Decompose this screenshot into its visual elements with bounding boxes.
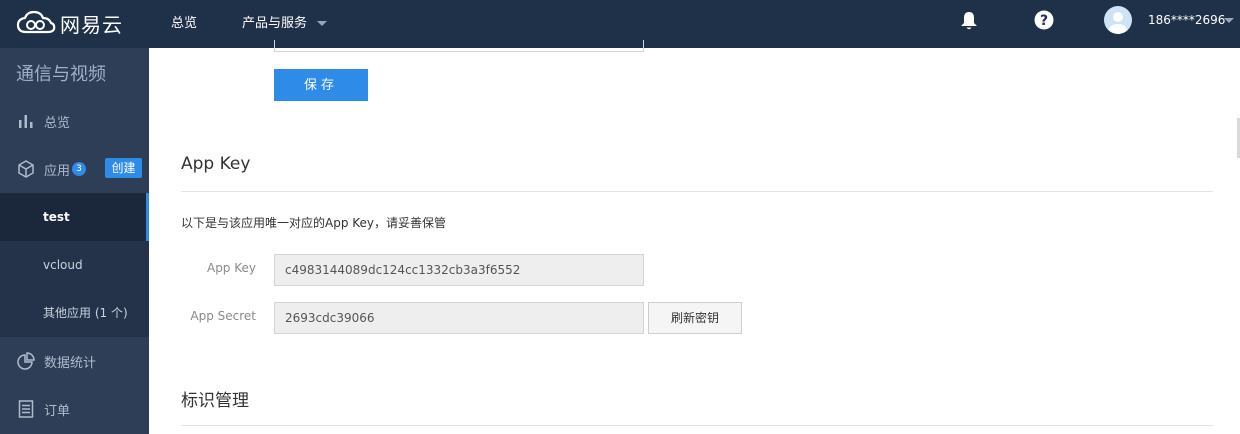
bar-chart-icon: [16, 111, 36, 131]
sidebar-subitem-other-apps[interactable]: 其他应用 (1 个): [0, 289, 149, 337]
document-list-icon: [16, 399, 36, 419]
chevron-down-icon: [317, 21, 328, 26]
nav-products-label: 产品与服务: [242, 16, 308, 31]
apps-count-badge: 3: [72, 162, 87, 176]
appkey-description: 以下是与该应用唯一对应的App Key，请妥善保管: [181, 216, 447, 230]
appkey-label: App Key: [206, 261, 256, 275]
save-button[interactable]: 保存: [274, 69, 368, 101]
main-content: 保存 App Key 以下是与该应用唯一对应的App Key，请妥善保管 App…: [149, 40, 1240, 434]
sidebar-subitem-test[interactable]: test: [0, 193, 149, 241]
sidebar-item-apps-label: 应用: [44, 163, 71, 179]
app-secret-label: App Secret: [190, 309, 256, 323]
sidebar-item-orders-label: 订单: [44, 403, 71, 419]
help-icon[interactable]: ?: [1034, 10, 1054, 34]
netease-cloud-logo[interactable]: 网易云: [16, 8, 123, 38]
user-name[interactable]: 186****2696: [1148, 0, 1225, 40]
partial-input-field[interactable]: [274, 40, 644, 52]
refresh-secret-button[interactable]: 刷新密钥: [648, 302, 742, 334]
sidebar-item-apps[interactable]: 应用 3 创建: [0, 145, 149, 193]
sidebar-item-overview[interactable]: 总览: [0, 97, 149, 145]
cube-icon: [16, 159, 36, 179]
app-secret-field[interactable]: 2693cdc39066: [274, 302, 644, 334]
sidebar-item-overview-label: 总览: [44, 115, 71, 131]
identifier-management-title: 标识管理: [181, 391, 249, 411]
sidebar-title: 通信与视频: [16, 64, 106, 85]
avatar[interactable]: [1104, 6, 1132, 34]
pie-chart-icon: [16, 351, 36, 371]
sidebar: 通信与视频 总览 应用 3 创建 test vcloud 其他应用 (1 个): [0, 48, 149, 434]
appkey-field[interactable]: c4983144089dc124cc1332cb3a3f6552: [274, 254, 644, 286]
sidebar-item-orders[interactable]: 订单: [0, 385, 149, 433]
sidebar-item-statistics[interactable]: 数据统计: [0, 337, 149, 385]
cloud-logo-icon: [16, 10, 56, 36]
sidebar-subitem-vcloud[interactable]: vcloud: [0, 241, 149, 289]
svg-text:?: ?: [1040, 13, 1048, 29]
logo-text: 网易云: [60, 12, 123, 37]
user-menu-chevron-down-icon[interactable]: [1224, 18, 1234, 23]
section-divider: [181, 191, 1213, 192]
section-divider: [181, 425, 1213, 426]
create-app-button[interactable]: 创建: [105, 158, 142, 178]
appkey-section-title: App Key: [181, 154, 251, 174]
bell-icon[interactable]: [958, 10, 980, 36]
sidebar-item-statistics-label: 数据统计: [44, 355, 97, 371]
nav-overview[interactable]: 总览: [171, 0, 197, 48]
